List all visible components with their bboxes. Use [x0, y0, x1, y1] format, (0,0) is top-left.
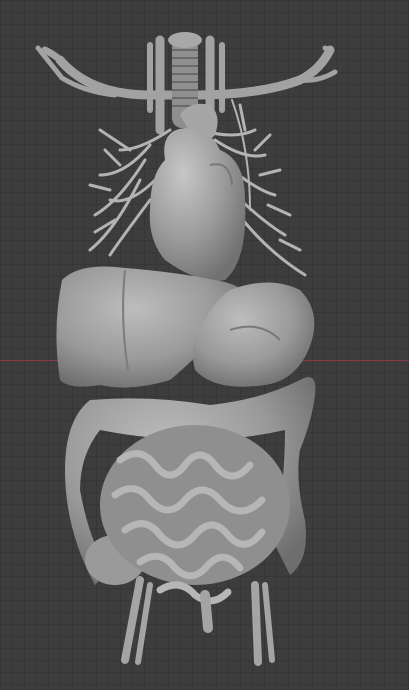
- anatomy-model[interactable]: [0, 0, 409, 690]
- 3d-viewport[interactable]: [0, 0, 409, 690]
- iliac-vessels: [121, 576, 275, 666]
